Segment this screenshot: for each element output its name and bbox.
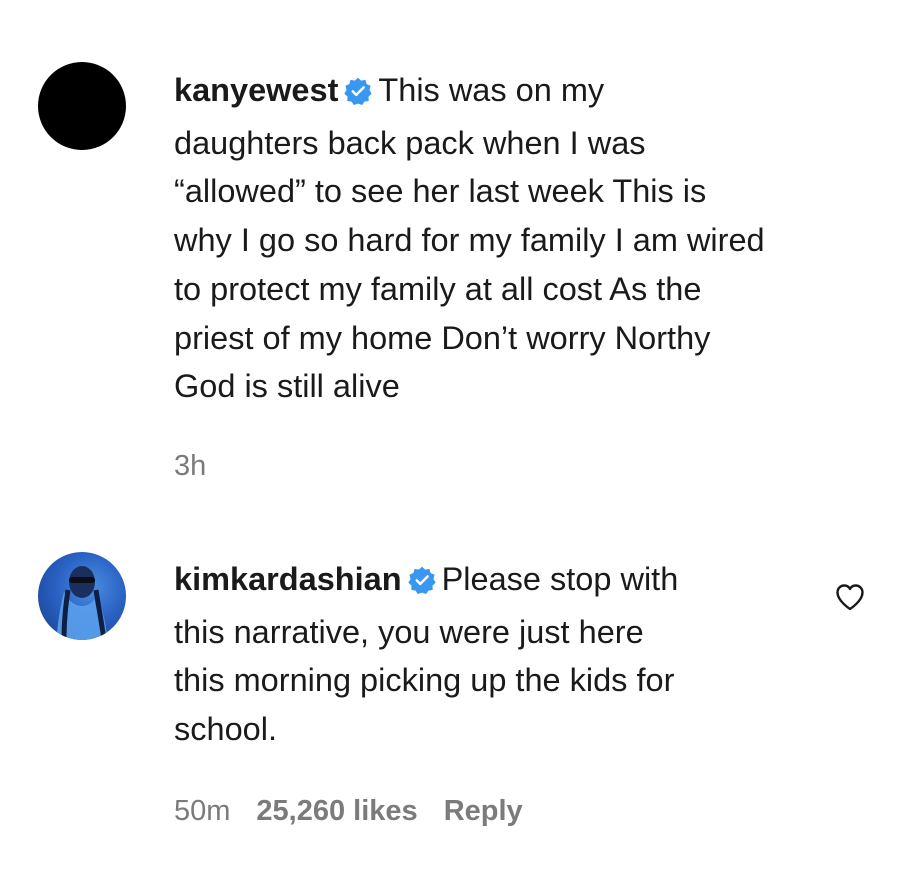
reply-button[interactable]: Reply — [444, 795, 523, 827]
timestamp[interactable]: 3h — [174, 450, 206, 482]
profile-photo-icon — [56, 566, 108, 640]
timestamp[interactable]: 50m — [174, 795, 230, 827]
comment-body: kimkardashian Please stop with this narra… — [174, 555, 678, 754]
comment-line: priest of my home Don’t worry Northy — [174, 319, 711, 356]
username[interactable]: kanyewest — [174, 72, 338, 108]
verified-badge-icon — [407, 559, 436, 608]
comment-line: daughters back pack when I was — [174, 124, 646, 161]
comment-line: school. — [174, 711, 277, 748]
comment-line: This was on my — [378, 72, 605, 108]
avatar[interactable] — [38, 62, 126, 150]
heart-outline-icon[interactable] — [835, 583, 865, 611]
likes-count[interactable]: 25,260 likes — [256, 795, 417, 827]
comment-meta: 50m 25,260 likes Reply — [174, 795, 523, 828]
comment-line: “allowed” to see her last week This is — [174, 173, 707, 210]
comment-line: to protect my family at all cost As the — [174, 270, 702, 307]
comment-meta: 3h — [174, 450, 206, 483]
comment-line: this morning picking up the kids for — [174, 662, 675, 699]
comment-body: kanyewest This was on my daughters back p… — [174, 66, 765, 411]
avatar[interactable] — [38, 552, 126, 640]
comment-line: God is still alive — [174, 368, 400, 405]
username[interactable]: kimkardashian — [174, 561, 402, 597]
comment-line: why I go so hard for my family I am wire… — [174, 222, 765, 259]
comment-line: this narrative, you were just here — [174, 613, 644, 650]
comment-line: Please stop with — [441, 561, 679, 597]
verified-badge-icon — [344, 70, 373, 119]
